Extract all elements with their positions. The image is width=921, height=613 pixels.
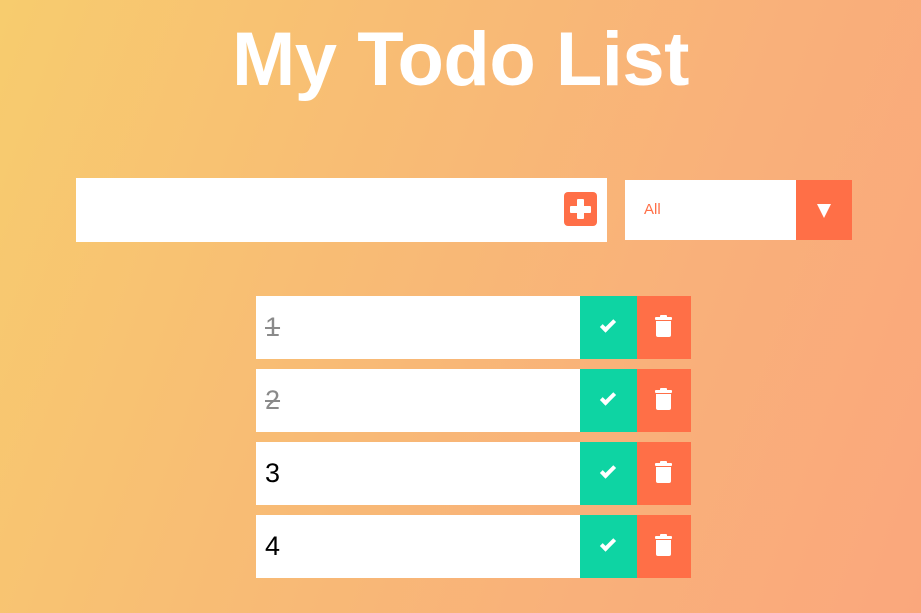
- todo-item: 2: [256, 369, 691, 432]
- complete-button[interactable]: [580, 296, 637, 359]
- check-icon: [599, 535, 617, 552]
- filter-dropdown-toggle[interactable]: [796, 180, 852, 240]
- todo-text: 3: [265, 458, 281, 488]
- todo-form: [76, 178, 607, 242]
- delete-button[interactable]: [637, 369, 691, 432]
- todo-list: 1 2 3 4: [256, 296, 691, 588]
- filter-selected-value: All: [644, 201, 661, 218]
- check-icon: [599, 389, 617, 406]
- delete-button[interactable]: [637, 515, 691, 578]
- complete-button[interactable]: [580, 369, 637, 432]
- caret-down-icon: [817, 204, 831, 218]
- page-title: My Todo List: [232, 17, 689, 102]
- todo-text: 2: [265, 385, 281, 415]
- todo-item: 3: [256, 442, 691, 505]
- complete-button[interactable]: [580, 442, 637, 505]
- todo-text: 4: [265, 531, 281, 561]
- todo-item: 4: [256, 515, 691, 578]
- complete-button[interactable]: [580, 515, 637, 578]
- delete-button[interactable]: [637, 296, 691, 359]
- check-icon: [599, 462, 617, 479]
- filter-select[interactable]: All: [625, 180, 852, 240]
- todo-text: 1: [265, 312, 281, 342]
- todo-input[interactable]: [76, 178, 556, 242]
- delete-button[interactable]: [637, 442, 691, 505]
- add-todo-button[interactable]: [564, 192, 597, 226]
- check-icon: [599, 316, 617, 333]
- todo-item: 1: [256, 296, 691, 359]
